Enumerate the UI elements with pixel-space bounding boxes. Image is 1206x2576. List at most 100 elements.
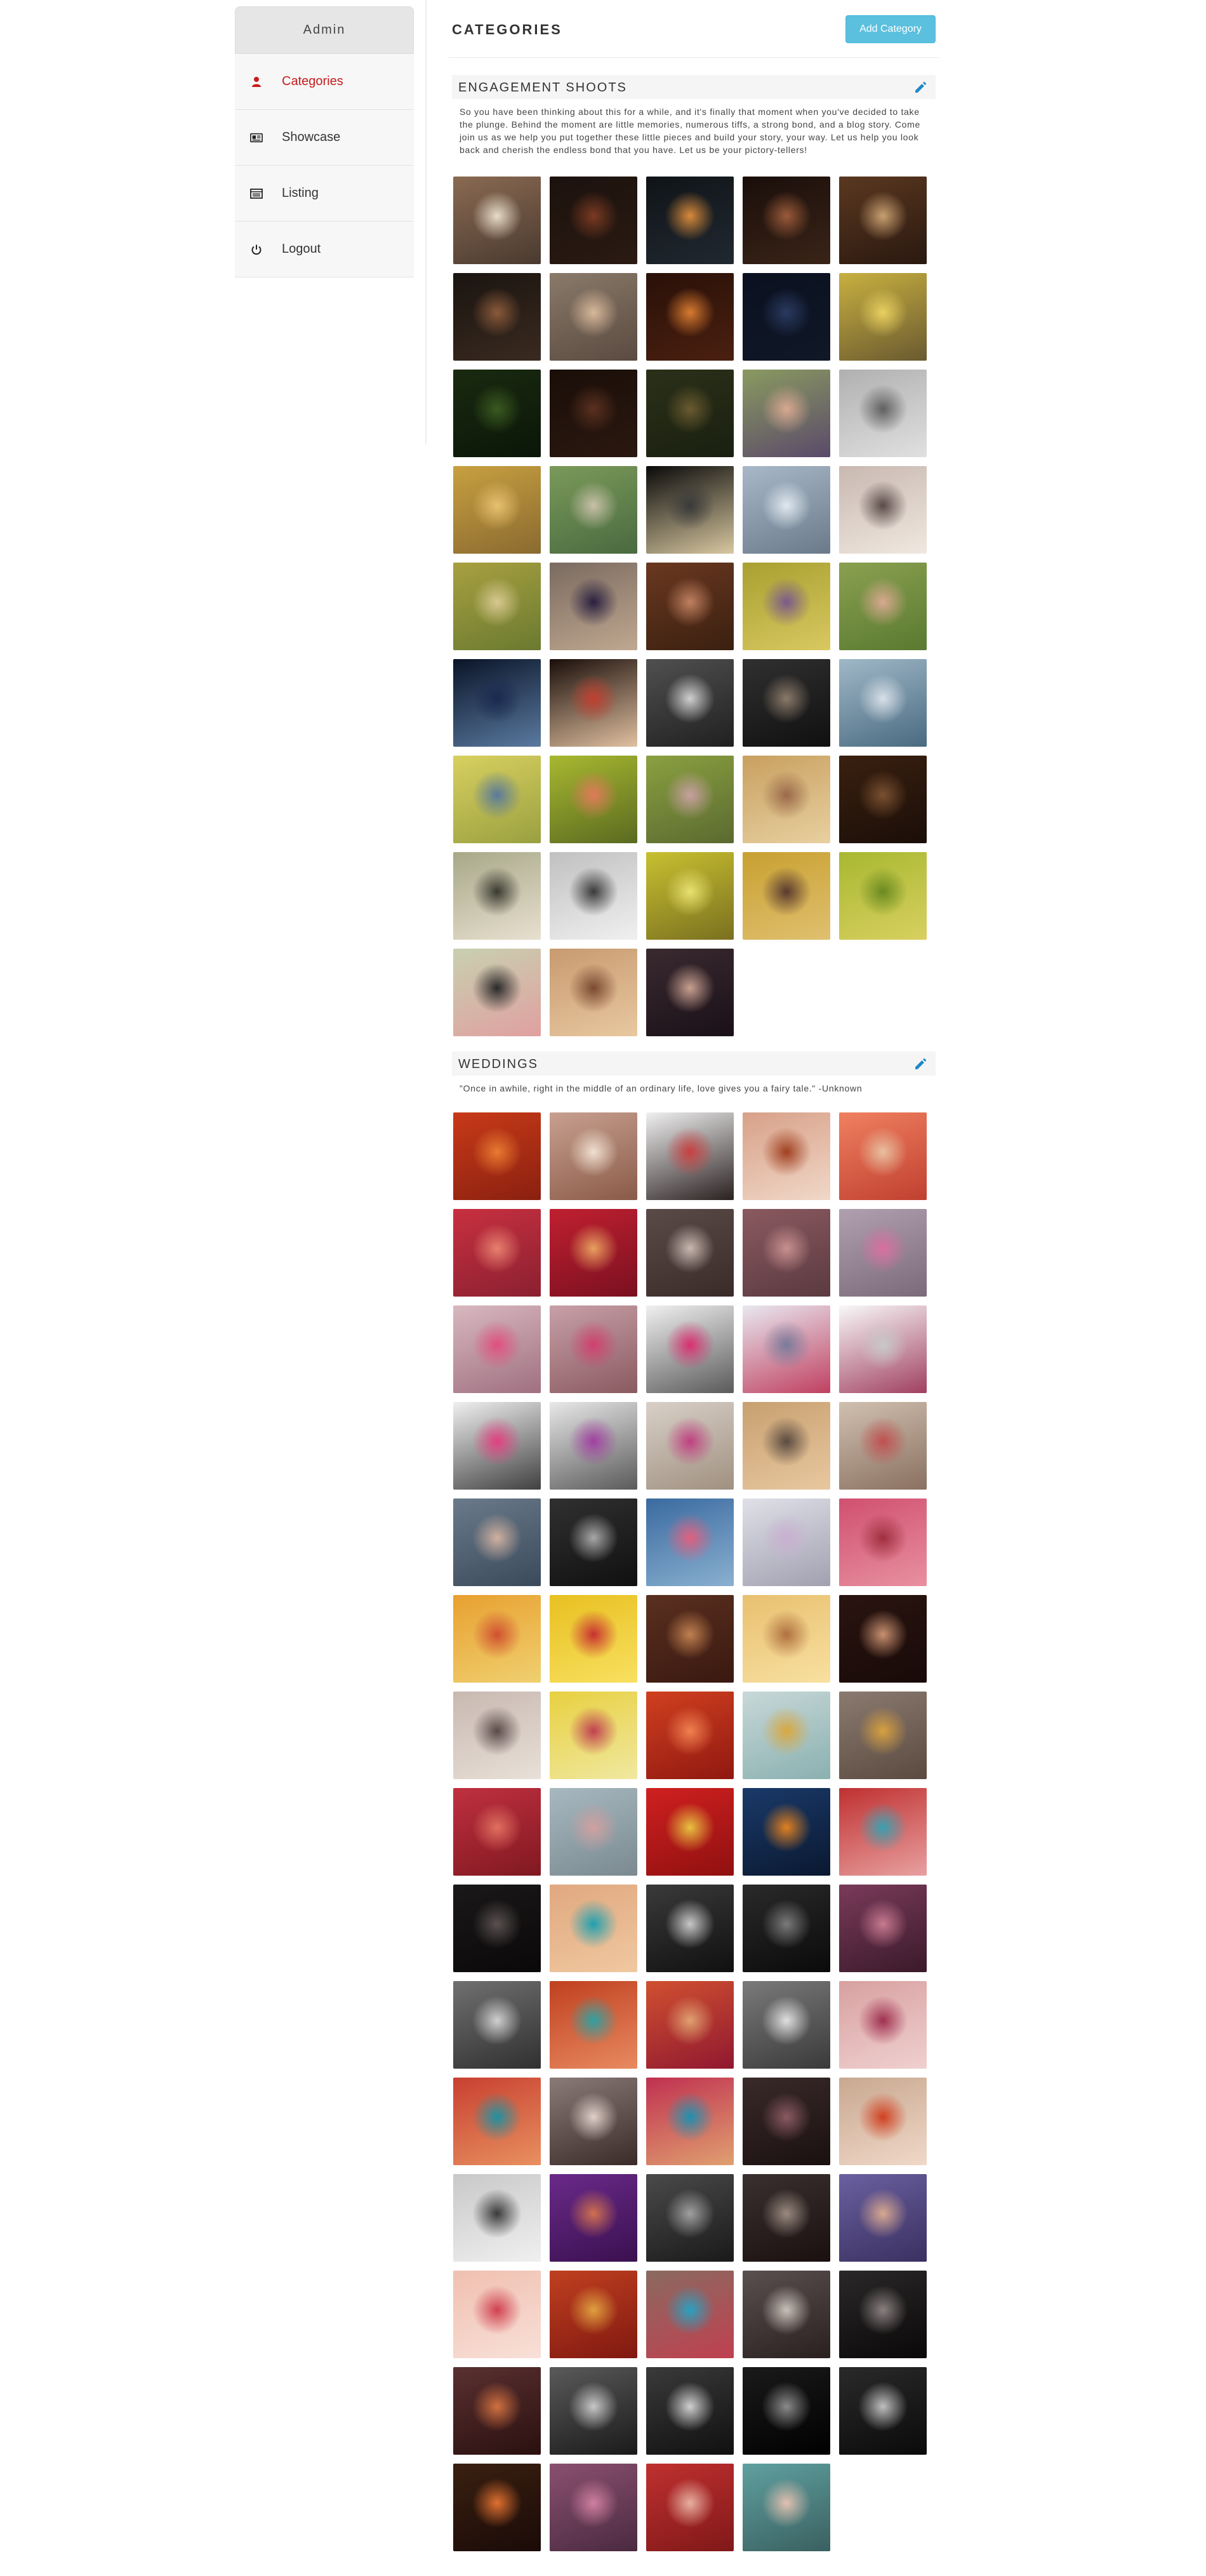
photo-thumbnail[interactable] bbox=[743, 563, 830, 650]
photo-thumbnail[interactable] bbox=[839, 852, 927, 940]
photo-thumbnail[interactable] bbox=[839, 370, 927, 457]
photo-thumbnail[interactable] bbox=[453, 1981, 541, 2069]
pencil-icon[interactable] bbox=[913, 1057, 928, 1072]
photo-thumbnail[interactable] bbox=[839, 2078, 927, 2165]
photo-thumbnail[interactable] bbox=[839, 563, 927, 650]
photo-thumbnail[interactable] bbox=[743, 1112, 830, 1200]
photo-thumbnail[interactable] bbox=[839, 659, 927, 747]
photo-thumbnail[interactable] bbox=[743, 1402, 830, 1490]
photo-thumbnail[interactable] bbox=[839, 1305, 927, 1393]
photo-thumbnail[interactable] bbox=[743, 1885, 830, 1972]
photo-thumbnail[interactable] bbox=[646, 949, 734, 1036]
photo-thumbnail[interactable] bbox=[839, 177, 927, 264]
photo-thumbnail[interactable] bbox=[453, 370, 541, 457]
photo-thumbnail[interactable] bbox=[550, 2367, 637, 2455]
photo-thumbnail[interactable] bbox=[839, 1981, 927, 2069]
photo-thumbnail[interactable] bbox=[453, 1885, 541, 1972]
photo-thumbnail[interactable] bbox=[646, 1112, 734, 1200]
photo-thumbnail[interactable] bbox=[743, 2464, 830, 2551]
photo-thumbnail[interactable] bbox=[839, 756, 927, 843]
photo-thumbnail[interactable] bbox=[646, 1305, 734, 1393]
photo-thumbnail[interactable] bbox=[550, 466, 637, 554]
photo-thumbnail[interactable] bbox=[453, 1402, 541, 1490]
photo-thumbnail[interactable] bbox=[743, 1692, 830, 1779]
photo-thumbnail[interactable] bbox=[646, 2464, 734, 2551]
photo-thumbnail[interactable] bbox=[743, 1595, 830, 1683]
photo-thumbnail[interactable] bbox=[550, 1402, 637, 1490]
photo-thumbnail[interactable] bbox=[646, 563, 734, 650]
photo-thumbnail[interactable] bbox=[646, 852, 734, 940]
photo-thumbnail[interactable] bbox=[646, 2174, 734, 2262]
photo-thumbnail[interactable] bbox=[743, 1305, 830, 1393]
sidebar-item-showcase[interactable]: Showcase bbox=[235, 110, 414, 166]
photo-thumbnail[interactable] bbox=[839, 466, 927, 554]
photo-thumbnail[interactable] bbox=[743, 1788, 830, 1876]
photo-thumbnail[interactable] bbox=[646, 2271, 734, 2358]
photo-thumbnail[interactable] bbox=[453, 466, 541, 554]
photo-thumbnail[interactable] bbox=[550, 1981, 637, 2069]
photo-thumbnail[interactable] bbox=[839, 1498, 927, 1586]
photo-thumbnail[interactable] bbox=[453, 1595, 541, 1683]
photo-thumbnail[interactable] bbox=[743, 466, 830, 554]
photo-thumbnail[interactable] bbox=[646, 1595, 734, 1683]
photo-thumbnail[interactable] bbox=[453, 273, 541, 361]
photo-thumbnail[interactable] bbox=[453, 659, 541, 747]
photo-thumbnail[interactable] bbox=[550, 949, 637, 1036]
photo-thumbnail[interactable] bbox=[646, 2078, 734, 2165]
photo-thumbnail[interactable] bbox=[453, 1305, 541, 1393]
photo-thumbnail[interactable] bbox=[646, 177, 734, 264]
photo-thumbnail[interactable] bbox=[646, 2367, 734, 2455]
photo-thumbnail[interactable] bbox=[453, 1112, 541, 1200]
photo-thumbnail[interactable] bbox=[453, 1498, 541, 1586]
photo-thumbnail[interactable] bbox=[550, 659, 637, 747]
photo-thumbnail[interactable] bbox=[743, 852, 830, 940]
photo-thumbnail[interactable] bbox=[839, 1209, 927, 1297]
photo-thumbnail[interactable] bbox=[550, 1692, 637, 1779]
photo-thumbnail[interactable] bbox=[453, 1692, 541, 1779]
photo-thumbnail[interactable] bbox=[550, 1498, 637, 1586]
photo-thumbnail[interactable] bbox=[839, 2271, 927, 2358]
photo-thumbnail[interactable] bbox=[550, 2271, 637, 2358]
photo-thumbnail[interactable] bbox=[550, 2078, 637, 2165]
photo-thumbnail[interactable] bbox=[839, 1885, 927, 1972]
photo-thumbnail[interactable] bbox=[453, 2078, 541, 2165]
photo-thumbnail[interactable] bbox=[743, 659, 830, 747]
photo-thumbnail[interactable] bbox=[453, 563, 541, 650]
photo-thumbnail[interactable] bbox=[453, 2464, 541, 2551]
photo-thumbnail[interactable] bbox=[550, 273, 637, 361]
photo-thumbnail[interactable] bbox=[646, 1209, 734, 1297]
photo-thumbnail[interactable] bbox=[550, 756, 637, 843]
photo-thumbnail[interactable] bbox=[743, 273, 830, 361]
photo-thumbnail[interactable] bbox=[839, 273, 927, 361]
photo-thumbnail[interactable] bbox=[743, 370, 830, 457]
photo-thumbnail[interactable] bbox=[453, 1788, 541, 1876]
photo-thumbnail[interactable] bbox=[743, 2174, 830, 2262]
sidebar-item-categories[interactable]: Categories bbox=[235, 54, 414, 110]
photo-thumbnail[interactable] bbox=[646, 1498, 734, 1586]
pencil-icon[interactable] bbox=[913, 80, 928, 95]
photo-thumbnail[interactable] bbox=[839, 1692, 927, 1779]
photo-thumbnail[interactable] bbox=[453, 2367, 541, 2455]
photo-thumbnail[interactable] bbox=[839, 2367, 927, 2455]
photo-thumbnail[interactable] bbox=[550, 563, 637, 650]
add-category-button[interactable]: Add Category bbox=[845, 15, 936, 43]
photo-thumbnail[interactable] bbox=[453, 2174, 541, 2262]
photo-thumbnail[interactable] bbox=[550, 2464, 637, 2551]
photo-thumbnail[interactable] bbox=[646, 273, 734, 361]
photo-thumbnail[interactable] bbox=[453, 177, 541, 264]
photo-thumbnail[interactable] bbox=[453, 852, 541, 940]
photo-thumbnail[interactable] bbox=[453, 2271, 541, 2358]
photo-thumbnail[interactable] bbox=[839, 1595, 927, 1683]
sidebar-item-logout[interactable]: Logout bbox=[235, 222, 414, 277]
photo-thumbnail[interactable] bbox=[550, 1595, 637, 1683]
photo-thumbnail[interactable] bbox=[646, 756, 734, 843]
photo-thumbnail[interactable] bbox=[550, 2174, 637, 2262]
photo-thumbnail[interactable] bbox=[550, 1112, 637, 1200]
photo-thumbnail[interactable] bbox=[839, 1112, 927, 1200]
photo-thumbnail[interactable] bbox=[453, 756, 541, 843]
photo-thumbnail[interactable] bbox=[646, 370, 734, 457]
photo-thumbnail[interactable] bbox=[550, 370, 637, 457]
photo-thumbnail[interactable] bbox=[743, 756, 830, 843]
photo-thumbnail[interactable] bbox=[743, 1981, 830, 2069]
photo-thumbnail[interactable] bbox=[839, 2174, 927, 2262]
